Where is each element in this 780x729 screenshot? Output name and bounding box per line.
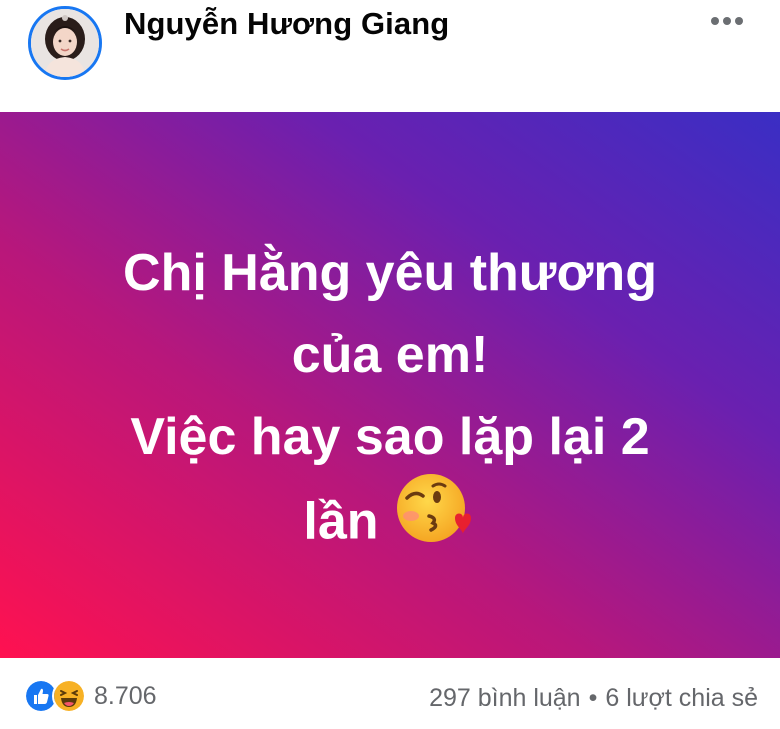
post-background: Chị Hằng yêu thương của em! Việc hay sao… xyxy=(0,112,780,658)
author-name[interactable]: Nguyễn Hương Giang xyxy=(124,6,449,42)
shares-count-link[interactable]: 6 lượt chia sẻ xyxy=(605,684,758,712)
avatar[interactable] xyxy=(28,6,102,80)
post-text-line: của em! xyxy=(291,326,489,384)
comments-count-link[interactable]: 297 bình luận xyxy=(429,684,581,712)
reactions-summary[interactable]: 8.706 xyxy=(24,679,157,713)
reaction-count: 8.706 xyxy=(94,681,157,710)
post-text-line: Việc hay sao lặp lại 2 xyxy=(130,408,650,466)
post-stats: 297 bình luận • 6 lượt chia sẻ xyxy=(429,684,758,713)
more-options-button[interactable] xyxy=(700,6,754,36)
haha-icon xyxy=(52,679,86,713)
post-text: Chị Hằng yêu thương của em! Việc hay sao… xyxy=(40,232,740,572)
post-text-line: Chị Hằng yêu thương xyxy=(123,244,657,302)
facebook-post: Nguyễn Hương Giang Chị Hằng yêu thương c… xyxy=(0,0,780,729)
profile-photo-icon xyxy=(31,9,99,77)
kiss-emoji-icon xyxy=(393,468,477,572)
post-text-line-with-emoji: lần xyxy=(40,474,740,572)
stats-separator: • xyxy=(588,684,598,712)
post-footer: 8.706 297 bình luận • 6 lượt chia sẻ xyxy=(0,658,780,729)
post-header: Nguyễn Hương Giang xyxy=(0,0,780,112)
more-horizontal-icon xyxy=(711,17,743,25)
post-text-line: lần xyxy=(303,492,379,551)
